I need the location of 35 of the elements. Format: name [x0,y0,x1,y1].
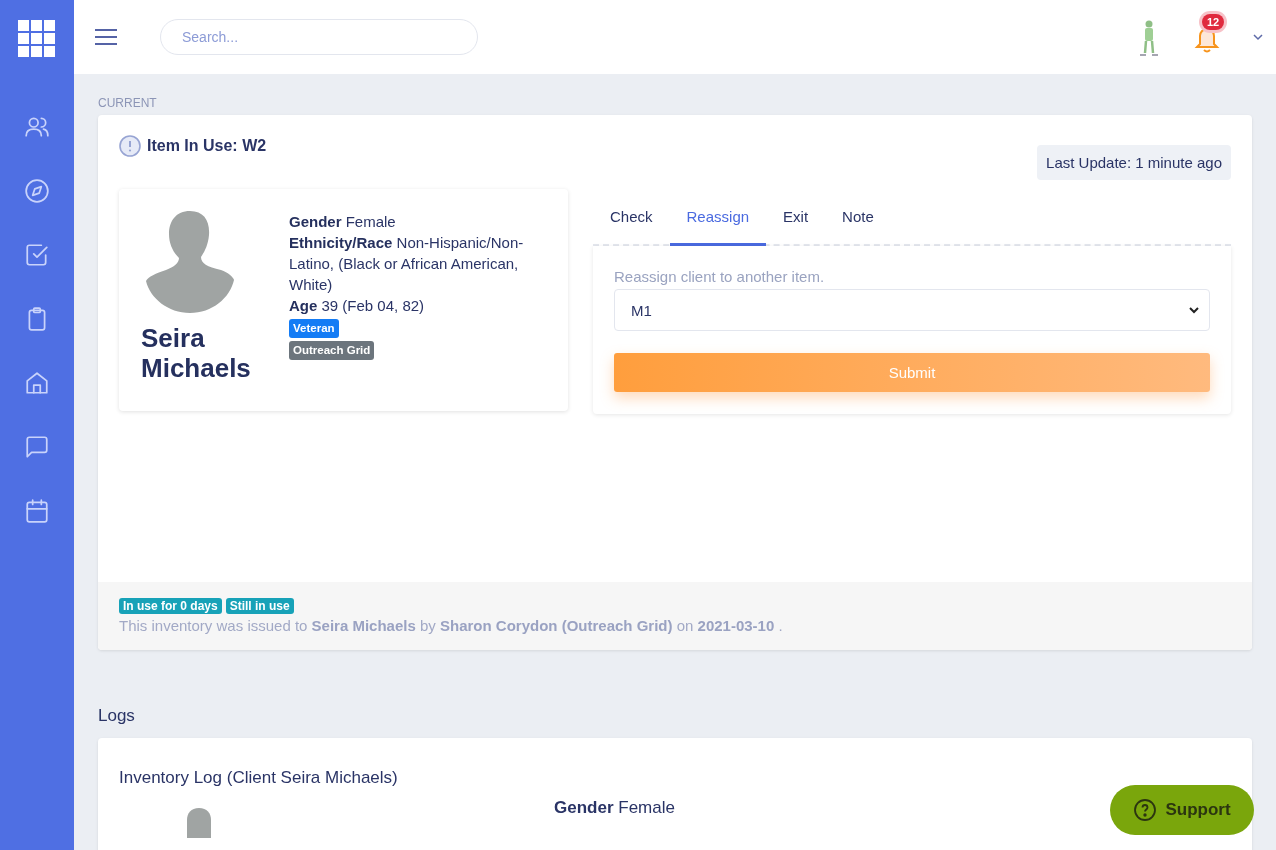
log-title: Inventory Log (Client Seira Michaels) [119,768,399,788]
chevron-down-icon [1188,304,1200,316]
apps-grid-icon[interactable] [18,20,56,58]
logs-heading: Logs [98,706,136,726]
client-detail: Gender Female [289,212,397,232]
last-update-label: Last Update: 1 minute ago [1037,145,1231,180]
home-icon[interactable] [24,370,50,396]
issue-sentence: This inventory was issued to Seira Michaels by Sharon Corydon (Outreach Grid) on 2021-03-10 . [119,617,784,634]
tab[interactable]: Note [825,189,891,246]
support-button[interactable]: Support [1110,785,1254,835]
client-tag: Veteran [289,319,339,338]
client-tag: Outreach Grid [289,341,375,360]
compass-icon[interactable] [24,178,50,204]
item-title: Item In Use: W2 [147,137,267,155]
client-detail: Ethnicity/Race Non-Hispanic/Non-Latino, (Black or African American, White) [289,233,525,295]
search-field[interactable]: Search... [160,19,478,55]
client-detail: Age 39 (Feb 04, 82) [289,296,426,316]
status-badge: In use for 0 days [119,598,222,614]
tab[interactable]: Reassign [669,189,767,246]
menu-icon[interactable] [94,27,118,47]
checkbox-icon[interactable] [24,242,50,268]
client-name: Seira Michaels [141,323,252,383]
field-label: Reassign client to another item. [614,268,826,285]
help-icon [1133,798,1158,822]
tab[interactable]: Check [593,189,670,246]
chevron-down-icon[interactable] [1252,31,1264,43]
exclamation-icon [119,135,141,157]
tab[interactable]: Exit [766,189,826,246]
calendar-icon[interactable] [24,498,50,524]
chat-icon[interactable] [24,434,50,460]
status-badge: Still in use [225,598,294,614]
notification-badge: 12 [1202,14,1225,30]
item-select[interactable]: M1 [614,289,1210,331]
client-detail: Gender Female [554,798,675,818]
section-label: CURRENT [98,96,158,110]
